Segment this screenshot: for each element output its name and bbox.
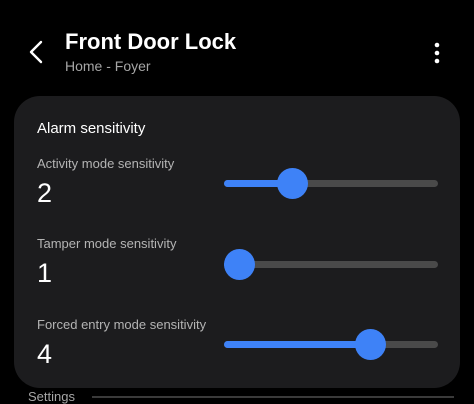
app-header: Front Door Lock Home - Foyer xyxy=(0,0,474,92)
alarm-sensitivity-card: Alarm sensitivity Activity mode sensitiv… xyxy=(14,96,460,388)
activity-mode-value: 2 xyxy=(37,178,53,208)
back-button[interactable] xyxy=(22,34,50,70)
page-subtitle: Home - Foyer xyxy=(65,58,151,74)
section-divider xyxy=(92,396,454,398)
slider-fill xyxy=(224,341,370,348)
more-options-button[interactable] xyxy=(424,38,450,68)
more-vertical-icon xyxy=(434,42,440,64)
tamper-mode-value: 1 xyxy=(37,258,53,288)
slider-thumb[interactable] xyxy=(354,329,386,360)
tamper-mode-slider[interactable] xyxy=(224,249,438,280)
slider-thumb[interactable] xyxy=(277,168,309,199)
slider-track xyxy=(224,261,438,268)
settings-section-label: Settings xyxy=(28,389,75,404)
activity-mode-label: Activity mode sensitivity xyxy=(37,156,175,171)
forced-entry-mode-slider[interactable] xyxy=(224,329,438,360)
card-title: Alarm sensitivity xyxy=(37,120,146,137)
slider-thumb[interactable] xyxy=(224,249,255,280)
activity-mode-slider[interactable] xyxy=(224,168,438,199)
tamper-mode-label: Tamper mode sensitivity xyxy=(37,236,177,251)
chevron-left-icon xyxy=(29,40,43,64)
forced-entry-mode-value: 4 xyxy=(37,339,53,369)
forced-entry-mode-label: Forced entry mode sensitivity xyxy=(37,317,207,332)
page-title: Front Door Lock xyxy=(65,29,237,54)
